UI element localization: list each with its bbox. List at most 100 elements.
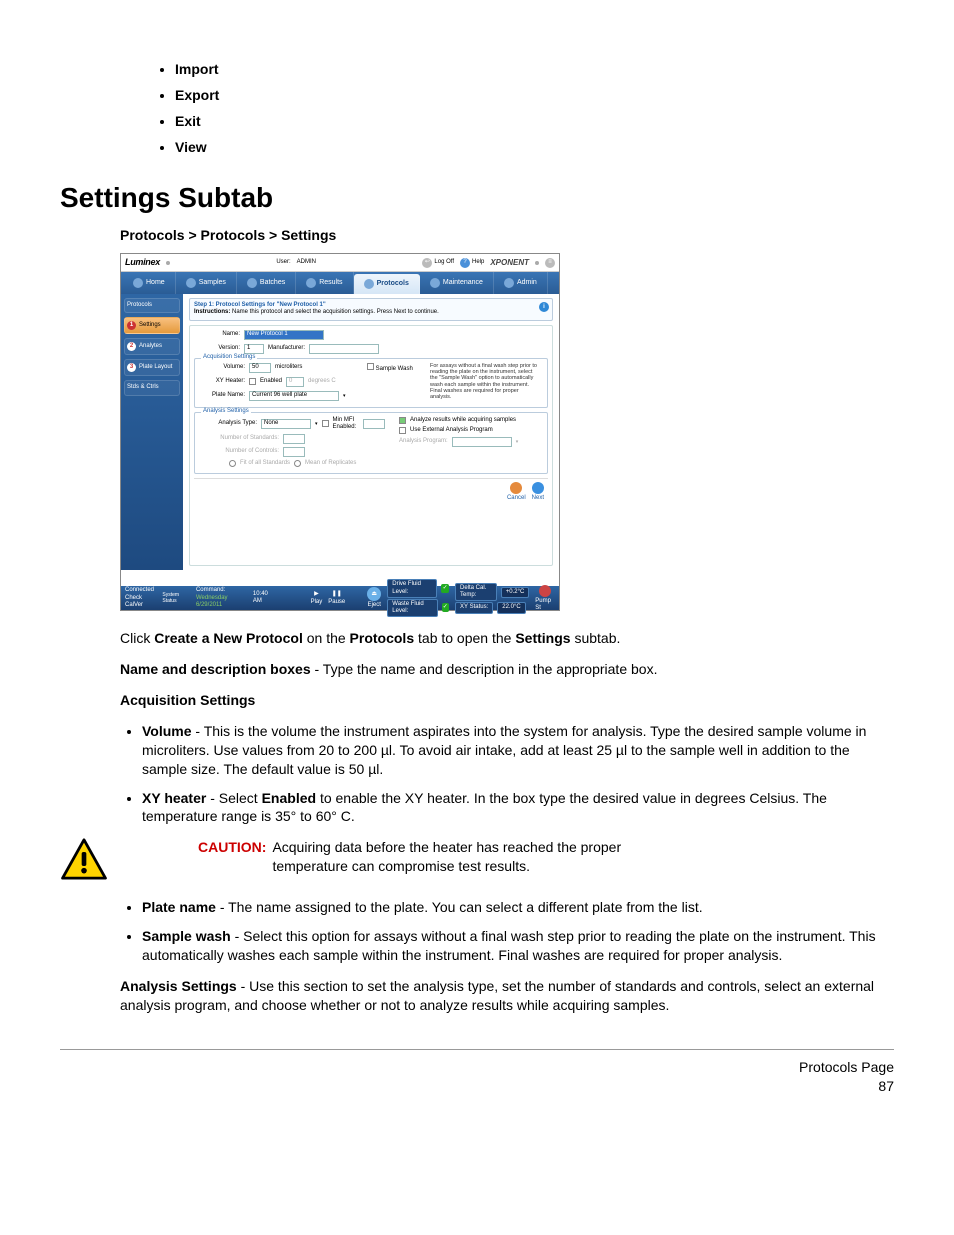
dot-icon bbox=[166, 261, 170, 265]
step-badge: 2 bbox=[127, 342, 136, 351]
instruction-box: Step 1: Protocol Settings for "New Proto… bbox=[189, 298, 553, 320]
pump-icon[interactable] bbox=[539, 585, 551, 597]
minmfi-checkbox[interactable] bbox=[322, 420, 329, 427]
tab-samples[interactable]: Samples bbox=[176, 272, 237, 294]
sidebar-item-stdsctrls[interactable]: Stds & Ctrls bbox=[124, 380, 180, 395]
step-badge: 3 bbox=[127, 363, 136, 372]
sample-wash-help: For assays without a final wash step pri… bbox=[430, 363, 540, 401]
page-number: 87 bbox=[60, 1077, 894, 1096]
sample-wash-checkbox[interactable] bbox=[367, 363, 374, 370]
samples-icon bbox=[186, 278, 196, 288]
tab-maintenance[interactable]: Maintenance bbox=[420, 272, 494, 294]
mean-radio[interactable] bbox=[294, 460, 301, 467]
analysis-legend: Analysis Settings bbox=[201, 408, 251, 415]
xyheater-input[interactable]: 0 bbox=[286, 377, 304, 387]
tab-batches[interactable]: Batches bbox=[237, 272, 296, 294]
main-panel: Step 1: Protocol Settings for "New Proto… bbox=[183, 294, 559, 570]
home-icon bbox=[133, 278, 143, 288]
system-status-label[interactable]: System Status bbox=[162, 592, 190, 604]
list-item: XY heater - Select Enabled to enable the… bbox=[142, 789, 894, 827]
numctrl-label: Number of Controls: bbox=[199, 448, 279, 455]
results-icon bbox=[306, 278, 316, 288]
app-screenshot: Luminex User: ADMIN ↩Log Off ?Help XPONE… bbox=[120, 253, 894, 611]
sidebar-item-platelayout[interactable]: 3Plate Layout bbox=[124, 359, 180, 376]
plate-label: Plate Name: bbox=[199, 392, 245, 399]
sample-wash-label: Sample Wash bbox=[376, 366, 413, 372]
eject-label: Eject bbox=[368, 602, 381, 609]
instructions-text: Name this protocol and select the acquis… bbox=[232, 309, 439, 315]
tab-home[interactable]: Home bbox=[123, 272, 176, 294]
bullet-list: Plate name - The name assigned to the pl… bbox=[142, 898, 894, 965]
analyze-while-checkbox[interactable] bbox=[399, 417, 406, 424]
xyheater-label: XY Heater: bbox=[199, 378, 245, 385]
manufacturer-input[interactable] bbox=[309, 344, 379, 354]
nav-tabs: Home Samples Batches Results Protocols M… bbox=[121, 272, 559, 294]
numstd-input[interactable] bbox=[283, 434, 305, 444]
list-item: Volume - This is the volume the instrume… bbox=[142, 722, 894, 779]
product-brand: XPONENT bbox=[490, 258, 529, 268]
chevron-down-icon[interactable]: ▾ bbox=[343, 393, 346, 399]
page-title: Settings Subtab bbox=[60, 179, 894, 217]
xyheater-checkbox[interactable] bbox=[249, 378, 256, 385]
step-badge: 1 bbox=[127, 321, 136, 330]
play-icon[interactable]: ▶ bbox=[314, 591, 319, 598]
batches-icon bbox=[247, 278, 257, 288]
analysis-type-label: Analysis Type: bbox=[199, 420, 257, 427]
menu-icon[interactable]: ≡ bbox=[545, 258, 555, 268]
analysis-type-select[interactable]: None bbox=[261, 419, 311, 429]
cancel-button[interactable]: Cancel bbox=[507, 482, 526, 502]
help-button[interactable]: ?Help bbox=[460, 258, 484, 268]
check-icon: ✓ bbox=[441, 584, 449, 593]
version-label: Version: bbox=[194, 345, 240, 352]
plate-select[interactable]: Current 96 well plate bbox=[249, 391, 339, 401]
tab-admin[interactable]: Admin bbox=[494, 272, 548, 294]
name-input[interactable]: New Protocol 1 bbox=[244, 330, 324, 340]
sidebar: Protocols 1Settings 2Analytes 3Plate Lay… bbox=[121, 294, 183, 570]
fit-radio[interactable] bbox=[229, 460, 236, 467]
chevron-down-icon[interactable]: ▾ bbox=[516, 439, 519, 445]
footer-actions: Cancel Next bbox=[194, 478, 548, 505]
waste-fluid-label: Waste Fluid Level: bbox=[387, 599, 437, 617]
caution-text: CAUTION: Acquiring data before the heate… bbox=[128, 838, 692, 876]
logoff-button[interactable]: ↩Log Off bbox=[422, 258, 454, 268]
footer-title: Protocols Page bbox=[60, 1058, 894, 1077]
section-heading: Acquisition Settings bbox=[120, 691, 894, 710]
instructions-label: Instructions: bbox=[194, 309, 230, 315]
caution-block: CAUTION: Acquiring data before the heate… bbox=[60, 838, 894, 880]
status-checkcal: Check CalVer bbox=[125, 595, 156, 609]
list-item: Plate name - The name assigned to the pl… bbox=[142, 898, 894, 917]
divider bbox=[60, 1049, 894, 1050]
protocols-icon bbox=[364, 279, 374, 289]
xystatus-label: XY Status: bbox=[455, 602, 493, 613]
app-topbar: Luminex User: ADMIN ↩Log Off ?Help XPONE… bbox=[121, 254, 559, 272]
check-icon: ✓ bbox=[442, 603, 449, 612]
use-ext-label: Use External Analysis Program bbox=[410, 427, 493, 434]
tab-results[interactable]: Results bbox=[296, 272, 353, 294]
numctrl-input[interactable] bbox=[283, 447, 305, 457]
xystatus-value: 22.0°C bbox=[497, 602, 525, 613]
sidebar-item-protocols[interactable]: Protocols bbox=[124, 298, 180, 313]
sidebar-item-analytes[interactable]: 2Analytes bbox=[124, 338, 180, 355]
analysis-prog-label: Analysis Program: bbox=[399, 438, 448, 445]
version-input[interactable]: 1 bbox=[244, 344, 264, 354]
help-icon: ? bbox=[460, 258, 470, 268]
eject-icon[interactable]: ⏏ bbox=[367, 587, 381, 601]
use-ext-checkbox[interactable] bbox=[399, 427, 406, 434]
numstd-label: Number of Standards: bbox=[199, 435, 279, 442]
chevron-down-icon[interactable]: ▾ bbox=[315, 421, 318, 427]
minmfi-input[interactable] bbox=[363, 419, 385, 429]
tab-protocols[interactable]: Protocols bbox=[354, 274, 420, 294]
sidebar-item-settings[interactable]: 1Settings bbox=[124, 317, 180, 334]
status-time: 10:40 AM bbox=[253, 591, 275, 605]
acquisition-legend: Acquisition Settings bbox=[201, 354, 257, 361]
delta-value: +0.2°C bbox=[501, 587, 530, 598]
volume-input[interactable]: 50 bbox=[249, 363, 271, 373]
caution-label: CAUTION: bbox=[198, 838, 266, 876]
analysis-prog-select[interactable] bbox=[452, 437, 512, 447]
next-icon bbox=[532, 482, 544, 494]
list-item: View bbox=[175, 138, 894, 157]
next-button[interactable]: Next bbox=[532, 482, 544, 502]
acquisition-fieldset: Acquisition Settings Volume: 50 microlit… bbox=[194, 358, 548, 408]
pause-icon[interactable]: ❚❚ bbox=[332, 591, 342, 598]
fit-label: Fit of all Standards bbox=[240, 460, 290, 467]
